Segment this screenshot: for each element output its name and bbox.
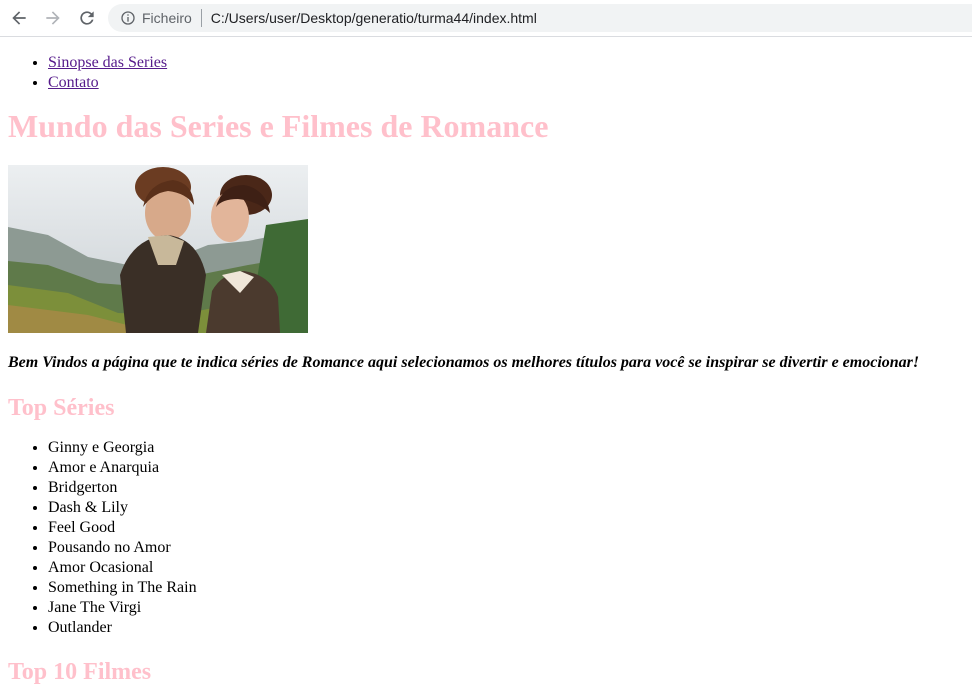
list-item: Feel Good	[48, 518, 964, 538]
page-title: Mundo das Series e Filmes de Romance	[8, 108, 549, 144]
nav-link-contato[interactable]: Contato	[48, 74, 99, 91]
url-text[interactable]: C:/Users/user/Desktop/generatio/turma44/…	[211, 10, 537, 26]
top-series-heading: Top Séries	[8, 395, 115, 421]
series-list: Ginny e Georgia Amor e Anarquia Bridgert…	[8, 438, 964, 638]
page-content: Sinopse das Series Contato Mundo das Ser…	[0, 53, 972, 686]
scheme-label: Ficheiro	[142, 10, 192, 26]
reload-button[interactable]	[72, 3, 102, 33]
arrow-right-icon	[46, 11, 60, 25]
list-item: Ginny e Georgia	[48, 438, 964, 458]
reload-icon	[80, 11, 94, 25]
arrow-left-icon	[12, 11, 26, 25]
address-bar[interactable]: Ficheiro C:/Users/user/Desktop/generatio…	[108, 4, 972, 32]
list-item: Jane The Virgi	[48, 598, 964, 618]
list-item: Outlander	[48, 618, 964, 638]
list-item: Amor e Anarquia	[48, 458, 964, 478]
nav-item: Contato	[48, 73, 964, 93]
hero-image	[8, 165, 308, 333]
nav-list: Sinopse das Series Contato	[8, 53, 964, 93]
forward-button[interactable]	[38, 3, 68, 33]
welcome-text: Bem Vindos a página que te indica séries…	[8, 354, 920, 371]
address-divider	[200, 9, 202, 27]
list-item: Amor Ocasional	[48, 558, 964, 578]
list-item: Pousando no Amor	[48, 538, 964, 558]
back-button[interactable]	[4, 3, 34, 33]
info-icon[interactable]	[120, 10, 136, 26]
top-films-heading: Top 10 Filmes	[8, 659, 152, 685]
list-item: Bridgerton	[48, 478, 964, 498]
list-item: Something in The Rain	[48, 578, 964, 598]
list-item: Dash & Lily	[48, 498, 964, 518]
nav-link-sinopse[interactable]: Sinopse das Series	[48, 54, 167, 71]
nav-item: Sinopse das Series	[48, 53, 964, 73]
browser-toolbar: Ficheiro C:/Users/user/Desktop/generatio…	[0, 0, 972, 37]
